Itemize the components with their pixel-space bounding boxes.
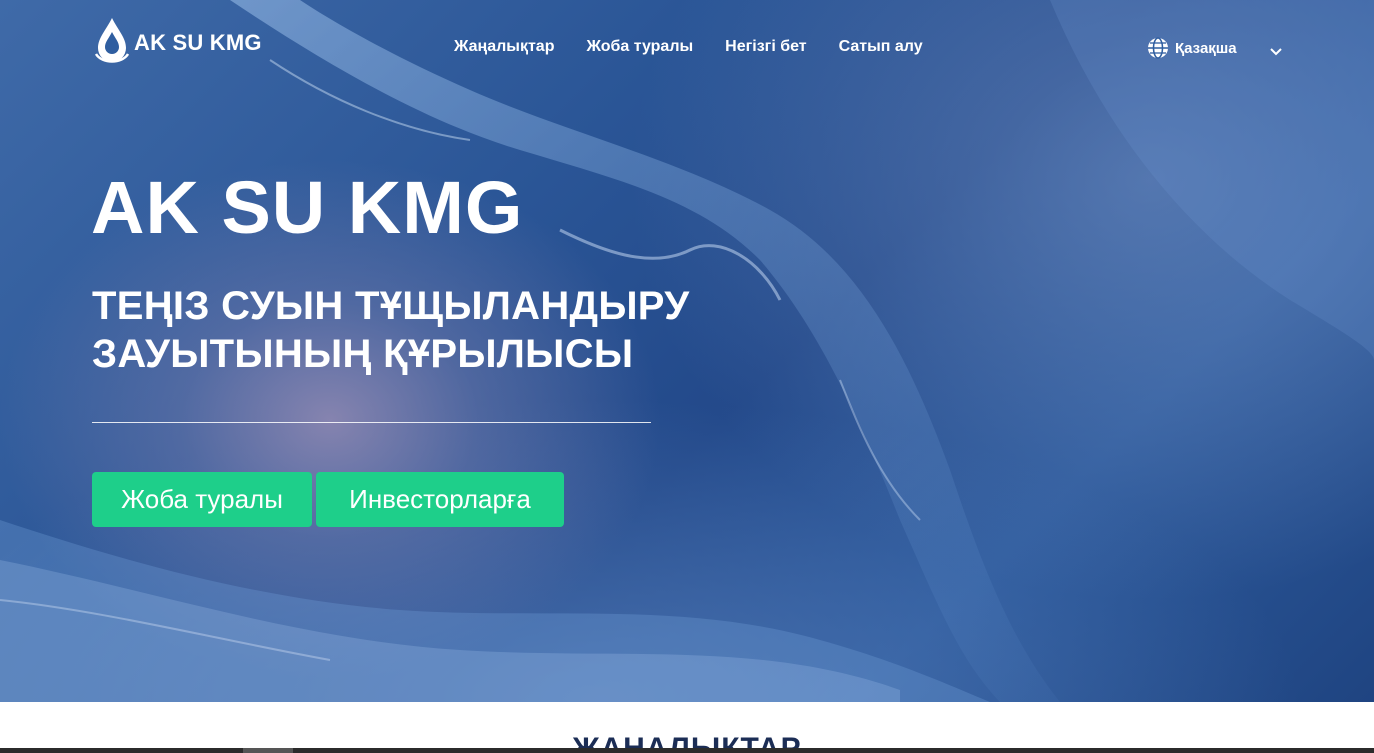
brand-name: AK SU KMG	[134, 30, 262, 55]
hero-divider	[92, 422, 651, 423]
about-project-button[interactable]: Жоба туралы	[92, 472, 312, 527]
nav-item-about[interactable]: Жоба туралы	[586, 38, 693, 56]
hero-section: AK SU KMG Жаңалықтар Жоба туралы Негізгі…	[0, 0, 1374, 702]
nav-item-procurement[interactable]: Сатып алу	[839, 38, 923, 56]
brand-logo[interactable]: AK SU KMG	[92, 14, 262, 66]
investors-button[interactable]: Инвесторларға	[316, 472, 564, 527]
nav-item-home[interactable]: Негізгі бет	[725, 38, 806, 56]
chevron-down-icon[interactable]	[1268, 44, 1284, 60]
nav-item-news[interactable]: Жаңалықтар	[454, 38, 554, 56]
water-drop-icon	[94, 18, 130, 63]
globe-icon	[1148, 37, 1168, 59]
language-label: Қазақша	[1175, 39, 1237, 57]
bottom-scroll-strip	[0, 748, 1374, 753]
main-menu: Жаңалықтар Жоба туралы Негізгі бет Сатып…	[454, 38, 923, 56]
top-navbar: AK SU KMG Жаңалықтар Жоба туралы Негізгі…	[0, 0, 1374, 100]
hero-title: AK SU KMG	[91, 166, 524, 249]
news-section: ЖАҢАЛЫҚТАР	[0, 702, 1374, 753]
hero-subtitle: ТЕҢІЗ СУЫН ТҰЩЫЛАНДЫРУ ЗАУЫТЫНЫҢ ҚҰРЫЛЫС…	[92, 284, 690, 376]
language-selector[interactable]: Қазақша	[1147, 37, 1237, 59]
bottom-strip-segment	[243, 748, 293, 753]
